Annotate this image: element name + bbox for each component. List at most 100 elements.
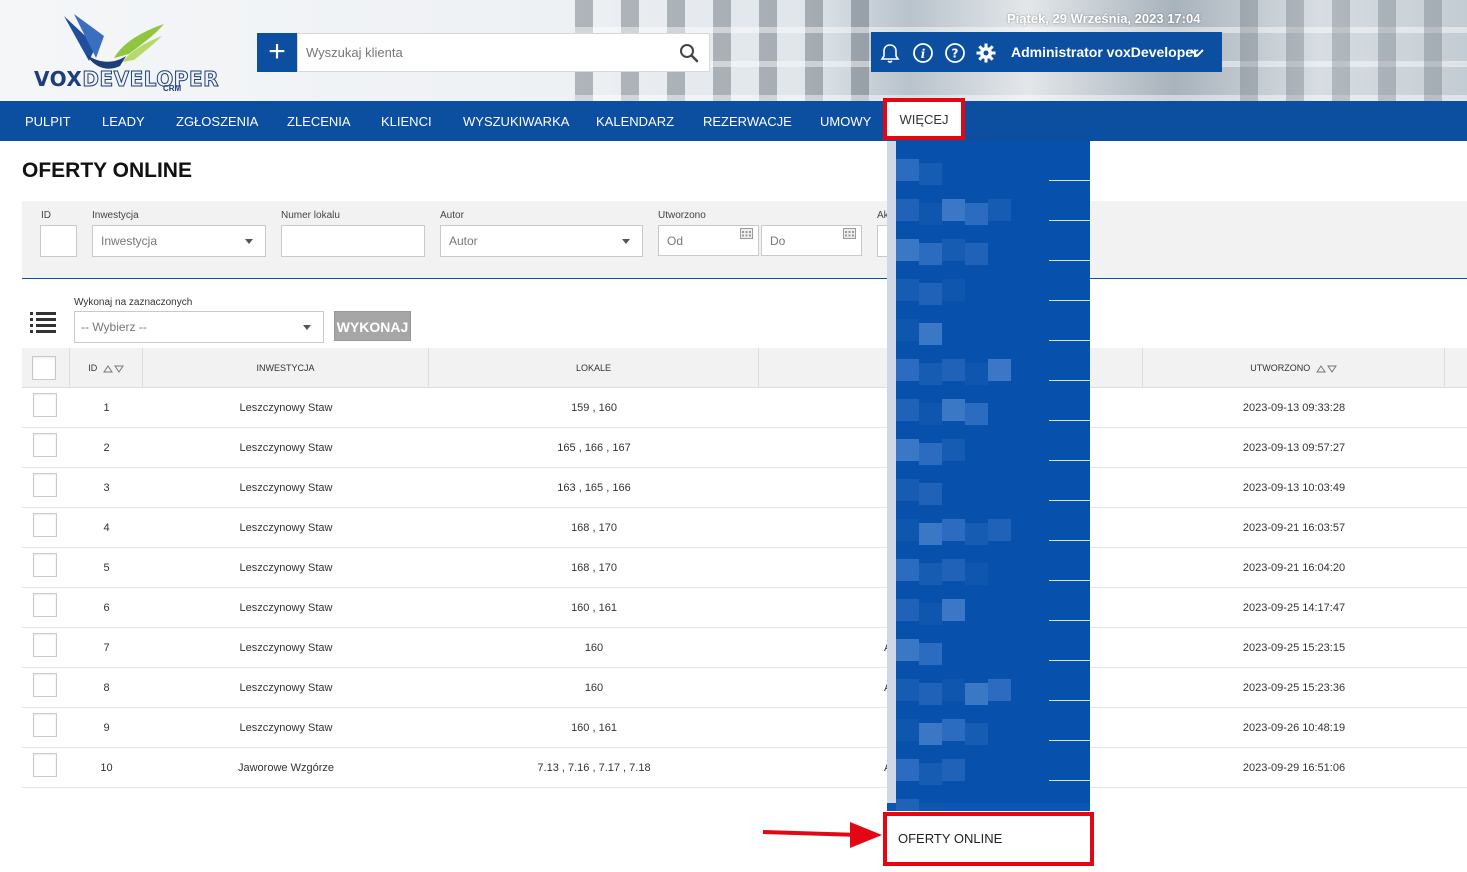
user-name[interactable]: Administrator voxDeveloper — [1011, 44, 1199, 60]
redacted-menu-item-block — [942, 559, 965, 581]
nav-item-leady[interactable]: LEADY — [102, 101, 145, 141]
cell-units: 165 , 166 , 167 — [557, 442, 631, 454]
redacted-menu-item-block — [988, 199, 1011, 221]
redacted-menu-item-block — [919, 203, 942, 225]
chevron-down-icon[interactable] — [1189, 46, 1205, 60]
filter-unit-input[interactable] — [281, 225, 425, 257]
table-row[interactable]: 2 Leszczynowy Staw 165 , 166 , 167 2023-09-… — [22, 428, 1467, 468]
cell-id: 1 — [103, 402, 110, 414]
dropdown-scroll-track[interactable] — [887, 141, 896, 803]
table-row[interactable]: 5 Leszczynowy Staw 168 , 170 2023-09-21 16:… — [22, 548, 1467, 588]
table-row[interactable]: 10 Jaworowe Wzgórze 7.13 , 7.16 , 7.17 , 7… — [22, 748, 1467, 788]
table-row[interactable]: 8Leszczynowy Staw160A2023-09-25 15:23:36 — [22, 668, 1467, 708]
column-units[interactable]: LOKALE — [429, 348, 759, 388]
row-checkbox[interactable] — [33, 753, 57, 777]
table-row[interactable]: 6 Leszczynowy Staw 160 , 161 2023-09-25 14:… — [22, 588, 1467, 628]
bell-icon[interactable] — [879, 42, 901, 64]
filter-created-to-placeholder: Do — [770, 234, 786, 248]
column-created[interactable]: UTWORZONO — [1143, 348, 1445, 388]
cell-units: 168 , 170 — [571, 562, 617, 574]
nav-item-umowy[interactable]: UMOWY — [820, 101, 871, 141]
filter-author-select[interactable]: Autor — [440, 225, 643, 257]
filter-created-from[interactable]: Od — [658, 225, 759, 256]
table-header: ID INWESTYCJA LOKALE UTWORZONO — [22, 348, 1467, 388]
execute-button[interactable]: WYKONAJ — [334, 311, 411, 341]
cell-created: 2023-09-13 09:57:27 — [1242, 442, 1346, 454]
row-checkbox[interactable] — [33, 593, 57, 617]
nav-item-zgloszenia[interactable]: ZGŁOSZENIA — [176, 101, 258, 141]
column-id[interactable]: ID — [70, 348, 143, 388]
redacted-menu-item-block — [965, 243, 988, 265]
dropdown-item-oferty-online[interactable]: OFERTY ONLINE — [883, 812, 1094, 866]
redacted-menu-item-block — [896, 559, 919, 581]
redacted-menu-item-block — [919, 163, 942, 185]
redacted-menu-item-block — [896, 319, 919, 341]
table-row[interactable]: 7Leszczynowy Staw160A2023-09-25 15:23:15 — [22, 628, 1467, 668]
bulk-action-label: Wykonaj na zaznaczonych — [74, 297, 193, 308]
redacted-menu-item-block — [896, 799, 919, 811]
row-checkbox[interactable] — [33, 673, 57, 697]
nav-item-wyszukiwarka[interactable]: WYSZUKIWARKA — [463, 101, 569, 141]
nav-item-rezerwacje[interactable]: REZERWACJE — [703, 101, 792, 141]
nav-item-kalendarz[interactable]: KALENDARZ — [596, 101, 674, 141]
cell-units: 160 — [584, 642, 604, 654]
more-dropdown-menu — [887, 141, 1090, 811]
row-checkbox[interactable] — [33, 633, 57, 657]
info-icon[interactable]: i — [912, 42, 934, 64]
cell-investment: Leszczynowy Staw — [239, 402, 333, 414]
column-investment[interactable]: INWESTYCJA — [143, 348, 429, 388]
redacted-menu-item-block — [919, 643, 942, 665]
cell-id: 2 — [103, 442, 110, 454]
nav-item-klienci[interactable]: KLIENCI — [381, 101, 432, 141]
cell-created: 2023-09-29 16:51:06 — [1242, 762, 1346, 774]
filter-id-input[interactable] — [40, 225, 77, 257]
select-all-checkbox[interactable] — [32, 356, 56, 380]
filter-created-to[interactable]: Do — [761, 225, 862, 256]
sort-icon[interactable] — [1315, 364, 1337, 373]
search-icon[interactable] — [679, 43, 699, 63]
redacted-menu-item-block — [919, 403, 942, 425]
filter-id-label: ID — [41, 210, 51, 221]
dropdown-separator — [1049, 260, 1090, 261]
gear-icon[interactable] — [975, 42, 997, 64]
sort-icon[interactable] — [102, 364, 124, 373]
caret-down-icon — [622, 239, 630, 244]
cell-units: 160 , 161 — [571, 602, 617, 614]
nav-item-more[interactable]: WIĘCEJ — [883, 98, 965, 140]
table-row[interactable]: 4 Leszczynowy Staw 168 , 170 2023-09-21 16:… — [22, 508, 1467, 548]
row-checkbox[interactable] — [33, 713, 57, 737]
nav-item-pulpit[interactable]: PULPIT — [25, 101, 71, 141]
redacted-menu-item-block — [896, 679, 919, 701]
add-client-button[interactable]: + — [257, 33, 297, 72]
table-row[interactable]: 1 Leszczynowy Staw 159 , 160 2023-09-13 09:… — [22, 388, 1467, 428]
row-checkbox[interactable] — [33, 553, 57, 577]
redacted-menu-item-block — [896, 519, 919, 541]
row-checkbox[interactable] — [33, 393, 57, 417]
filter-author-value: Autor — [449, 234, 478, 248]
calendar-icon[interactable] — [843, 228, 856, 239]
bulk-action-select[interactable]: -- Wybierz -- — [74, 311, 324, 343]
dropdown-separator — [1049, 340, 1090, 341]
redacted-menu-item-block — [988, 519, 1011, 541]
filter-author-label: Autor — [440, 210, 464, 221]
row-checkbox[interactable] — [33, 513, 57, 537]
filter-investment-select[interactable]: Inwestycja — [92, 225, 266, 257]
filter-created-from-placeholder: Od — [667, 234, 684, 248]
calendar-icon[interactable] — [740, 228, 753, 239]
client-search-box — [297, 33, 710, 72]
row-checkbox[interactable] — [33, 433, 57, 457]
dropdown-separator — [1049, 740, 1090, 741]
table-row[interactable]: 3 Leszczynowy Staw 163 , 165 , 166 2023-09-… — [22, 468, 1467, 508]
help-icon[interactable]: ? — [944, 42, 966, 64]
row-checkbox[interactable] — [33, 473, 57, 497]
nav-item-zlecenia[interactable]: ZLECENIA — [287, 101, 351, 141]
client-search-input[interactable] — [298, 34, 658, 71]
logo-text-developer: DEVELOPER — [82, 67, 220, 92]
dropdown-items-redacted — [896, 141, 1090, 811]
redacted-menu-item-block — [919, 723, 942, 745]
user-bar: i ? Administrator voxDeveloper — [871, 32, 1222, 72]
table-row[interactable]: 9 Leszczynowy Staw 160 , 161 2023-09-26 10:… — [22, 708, 1467, 748]
svg-text:i: i — [921, 47, 926, 61]
cell-units: 160 — [584, 682, 604, 694]
list-icon[interactable] — [30, 311, 56, 334]
